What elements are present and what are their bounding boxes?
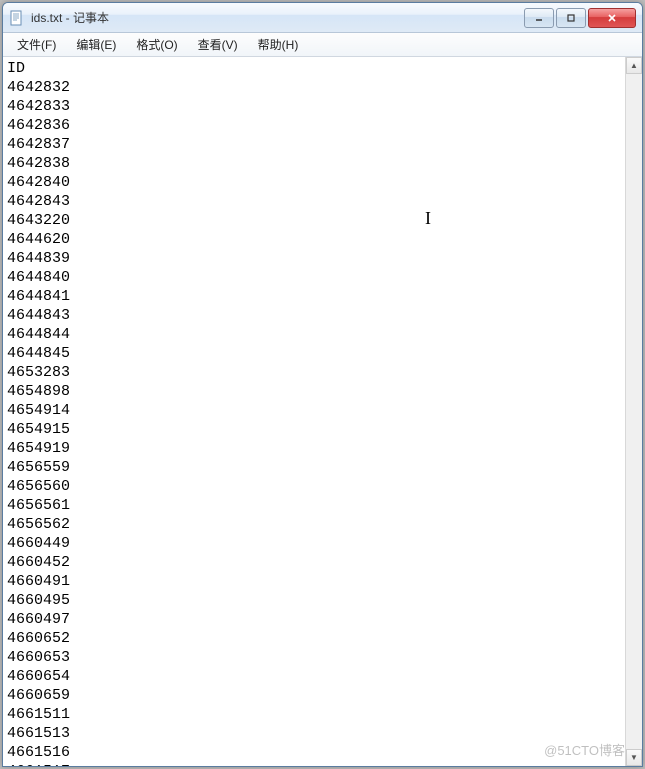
- text-line: 4642833: [7, 98, 70, 115]
- text-line: 4656561: [7, 497, 70, 514]
- text-line: 4660491: [7, 573, 70, 590]
- text-line: 4661517: [7, 763, 70, 766]
- maximize-button[interactable]: [556, 8, 586, 28]
- menu-help[interactable]: 帮助(H): [248, 33, 309, 56]
- text-line: 4643220: [7, 212, 70, 229]
- notepad-icon: [9, 10, 25, 26]
- scroll-down-arrow[interactable]: ▼: [626, 749, 642, 766]
- text-line: ID: [7, 60, 25, 77]
- menu-view[interactable]: 查看(V): [188, 33, 248, 56]
- text-line: 4656559: [7, 459, 70, 476]
- text-line: 4644843: [7, 307, 70, 324]
- text-line: 4653283: [7, 364, 70, 381]
- text-line: 4644839: [7, 250, 70, 267]
- menu-format[interactable]: 格式(O): [126, 33, 187, 56]
- content-area: ID 4642832 4642833 4642836 4642837 46428…: [3, 57, 642, 766]
- text-editor[interactable]: ID 4642832 4642833 4642836 4642837 46428…: [3, 57, 625, 766]
- text-line: 4642836: [7, 117, 70, 134]
- titlebar[interactable]: ids.txt - 记事本: [3, 3, 642, 33]
- text-line: 4644844: [7, 326, 70, 343]
- text-line: 4660449: [7, 535, 70, 552]
- text-line: 4656560: [7, 478, 70, 495]
- text-line: 4654919: [7, 440, 70, 457]
- text-line: 4654898: [7, 383, 70, 400]
- text-line: 4660495: [7, 592, 70, 609]
- text-line: 4642832: [7, 79, 70, 96]
- window-title: ids.txt - 记事本: [31, 9, 522, 26]
- close-button[interactable]: [588, 8, 636, 28]
- vertical-scrollbar[interactable]: ▲ ▼: [625, 57, 642, 766]
- text-line: 4642843: [7, 193, 70, 210]
- text-line: 4644840: [7, 269, 70, 286]
- menu-edit[interactable]: 编辑(E): [66, 33, 126, 56]
- menu-file[interactable]: 文件(F): [7, 33, 66, 56]
- text-line: 4661511: [7, 706, 70, 723]
- text-line: 4661516: [7, 744, 70, 761]
- window-controls: [522, 8, 636, 28]
- text-line: 4644841: [7, 288, 70, 305]
- text-line: 4660659: [7, 687, 70, 704]
- text-line: 4660654: [7, 668, 70, 685]
- text-line: 4654914: [7, 402, 70, 419]
- ibeam-cursor-icon: I: [425, 209, 431, 228]
- text-line: 4644845: [7, 345, 70, 362]
- scroll-track[interactable]: [626, 74, 642, 749]
- text-line: 4642837: [7, 136, 70, 153]
- text-line: 4660452: [7, 554, 70, 571]
- text-line: 4660653: [7, 649, 70, 666]
- scroll-up-arrow[interactable]: ▲: [626, 57, 642, 74]
- text-line: 4660497: [7, 611, 70, 628]
- text-line: 4642838: [7, 155, 70, 172]
- notepad-window: ids.txt - 记事本 文件(F) 编辑(E) 格式(O) 查看(V) 帮助…: [2, 2, 643, 767]
- text-line: 4656562: [7, 516, 70, 533]
- text-line: 4661513: [7, 725, 70, 742]
- text-line: 4642840: [7, 174, 70, 191]
- text-line: 4654915: [7, 421, 70, 438]
- minimize-button[interactable]: [524, 8, 554, 28]
- text-line: 4644620: [7, 231, 70, 248]
- menubar: 文件(F) 编辑(E) 格式(O) 查看(V) 帮助(H): [3, 33, 642, 57]
- text-line: 4660652: [7, 630, 70, 647]
